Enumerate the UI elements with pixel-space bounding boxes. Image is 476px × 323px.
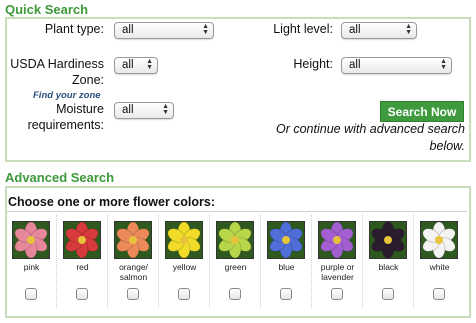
quick-search-title: Quick Search xyxy=(5,2,89,17)
hardiness-label: USDA Hardiness Zone: xyxy=(10,57,104,87)
flower-color-checkbox[interactable] xyxy=(433,288,445,300)
flower-color-label: purple or lavender xyxy=(320,262,355,282)
plant-type-label: Plant type: xyxy=(44,22,104,36)
yellow-flower-icon[interactable] xyxy=(165,221,203,259)
green-flower-icon[interactable] xyxy=(216,221,254,259)
orange-flower-icon[interactable] xyxy=(114,221,152,259)
flower-color-option: white xyxy=(414,215,465,307)
flower-color-label: yellow xyxy=(172,262,197,272)
flower-color-checkbox[interactable] xyxy=(382,288,394,300)
flower-color-option: red xyxy=(57,215,108,307)
select-arrows-icon: ▲ ▼ xyxy=(202,23,209,36)
pink-flower-icon[interactable] xyxy=(12,221,50,259)
search-now-button[interactable]: Search Now xyxy=(380,101,464,122)
flower-color-label: orange/salmon xyxy=(119,262,148,282)
flower-color-checkbox[interactable] xyxy=(331,288,343,300)
select-arrows-icon: ▲ ▼ xyxy=(162,103,169,116)
blue-flower-icon[interactable] xyxy=(267,221,305,259)
select-arrows-icon: ▲ ▼ xyxy=(146,58,153,71)
moisture-select[interactable]: all ▲ ▼ xyxy=(114,102,174,119)
flower-color-checkbox[interactable] xyxy=(280,288,292,300)
divider xyxy=(7,211,467,212)
flower-color-option: blue xyxy=(261,215,312,307)
flower-color-label: green xyxy=(224,262,247,272)
flower-color-option: purple or lavender xyxy=(312,215,363,307)
red-flower-icon[interactable] xyxy=(63,221,101,259)
flower-color-option: yellow xyxy=(159,215,210,307)
flower-color-label: blue xyxy=(278,262,295,272)
flower-color-label: black xyxy=(378,262,399,272)
select-arrows-icon: ▲ ▼ xyxy=(405,23,412,36)
advanced-search-note: Or continue with advanced search below. xyxy=(276,122,465,153)
moisture-label: Moisture requirements: xyxy=(27,102,104,132)
flower-color-label: pink xyxy=(23,262,40,272)
flower-color-option: orange/salmon xyxy=(108,215,159,307)
hardiness-select[interactable]: all ▲ ▼ xyxy=(114,57,158,74)
light-level-select[interactable]: all ▲ ▼ xyxy=(341,22,417,39)
flower-color-option: pink xyxy=(6,215,57,307)
select-arrows-icon: ▲ ▼ xyxy=(440,58,447,71)
flower-color-option: green xyxy=(210,215,261,307)
light-level-label: Light level: xyxy=(273,22,333,36)
flower-color-option: black xyxy=(363,215,414,307)
advanced-search-title: Advanced Search xyxy=(5,170,115,185)
flower-color-checkbox[interactable] xyxy=(229,288,241,300)
height-label: Height: xyxy=(293,57,333,71)
flower-color-label: red xyxy=(76,262,89,272)
black-flower-icon[interactable] xyxy=(369,221,407,259)
flower-color-checkbox[interactable] xyxy=(76,288,88,300)
find-your-zone-link[interactable]: Find your zone xyxy=(33,90,101,101)
white-flower-icon[interactable] xyxy=(420,221,458,259)
flower-colors-heading: Choose one or more flower colors: xyxy=(8,195,215,209)
purple-flower-icon[interactable] xyxy=(318,221,356,259)
flower-color-checkbox[interactable] xyxy=(178,288,190,300)
height-select[interactable]: all ▲ ▼ xyxy=(341,57,452,74)
flower-color-checkbox[interactable] xyxy=(127,288,139,300)
flower-color-label: white xyxy=(429,262,450,272)
plant-type-select[interactable]: all ▲ ▼ xyxy=(114,22,214,39)
flower-color-checkbox[interactable] xyxy=(25,288,37,300)
